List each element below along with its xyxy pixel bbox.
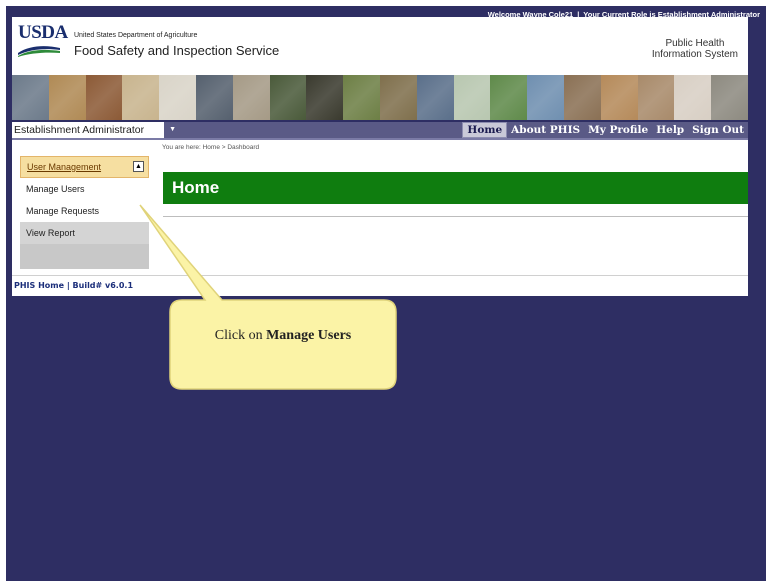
sidebar-footer	[20, 244, 149, 269]
header-photo-tile	[674, 75, 712, 120]
header-photo-tile	[48, 75, 86, 120]
department-name: United States Department of Agriculture	[74, 32, 198, 39]
role-select-value: Establishment Administrator	[14, 124, 145, 136]
page-title-banner: Home	[163, 172, 748, 204]
usda-logo-text: USDA	[18, 22, 68, 43]
nav-about-link[interactable]: About PHIS	[507, 122, 584, 138]
usda-logo[interactable]: USDA	[18, 22, 68, 61]
header-photo-tile	[600, 75, 638, 120]
header-photo-tile	[195, 75, 233, 120]
sidebar-section-user-management[interactable]: User Management ▲	[20, 156, 149, 178]
header-photo-tile	[85, 75, 123, 120]
system-name-line2: Information System	[651, 49, 738, 60]
page-footer: PHIS Home | Build# v6.0.1	[12, 275, 748, 296]
header-photo-tile	[416, 75, 454, 120]
sidebar-section-label: User Management	[27, 162, 102, 172]
header-photo-tile	[527, 75, 564, 120]
nav-profile-link[interactable]: My Profile	[584, 122, 652, 138]
breadcrumb: You are here: Home > Dashboard	[162, 144, 260, 151]
header-photo-tile	[159, 75, 196, 120]
header-photo-tile	[563, 75, 601, 120]
nav-links: Home About PHIS My Profile Help Sign Out	[462, 122, 748, 138]
page-title: Home	[172, 178, 220, 197]
sidebar-item-view-report[interactable]: View Report	[20, 222, 149, 244]
header-photo-tile	[453, 75, 491, 120]
header-photo-tile	[343, 75, 380, 120]
header-photo-strip	[12, 75, 748, 120]
header-photo-tile	[232, 75, 270, 120]
divider	[163, 216, 748, 217]
header-photo-tile	[306, 75, 344, 120]
header-photo-tile	[490, 75, 528, 120]
nav-signout-link[interactable]: Sign Out	[688, 122, 748, 138]
sidebar-item-manage-requests[interactable]: Manage Requests	[20, 200, 149, 222]
callout-text: Click on Manage Users	[172, 328, 394, 344]
header-photo-tile	[12, 75, 49, 120]
header-photo-tile	[711, 75, 748, 120]
callout-target: Manage Users	[266, 328, 352, 343]
agency-name: Food Safety and Inspection Service	[74, 43, 280, 58]
callout-prefix: Click on	[214, 328, 263, 343]
usda-swoosh-icon	[18, 46, 60, 57]
header-photo-tile	[122, 75, 160, 120]
header-photo-tile	[379, 75, 417, 120]
system-name: Public Health Information System	[652, 38, 738, 60]
role-select[interactable]: Establishment Administrator ▼	[12, 122, 176, 138]
dropdown-arrow-icon[interactable]: ▼	[169, 122, 176, 138]
header-photo-tile	[269, 75, 307, 120]
sidebar: User Management ▲ Manage Users Manage Re…	[20, 156, 149, 269]
collapse-icon[interactable]: ▲	[133, 161, 144, 172]
system-name-line1: Public Health	[665, 38, 725, 49]
footer-links[interactable]: PHIS Home | Build# v6.0.1	[14, 281, 133, 290]
site-header: USDA United States Department of Agricul…	[12, 17, 748, 75]
content-area: User Management ▲ Manage Users Manage Re…	[12, 140, 748, 275]
main-navigation: Establishment Administrator ▼ Home About…	[12, 122, 748, 140]
nav-help-link[interactable]: Help	[652, 122, 688, 138]
header-photo-tile	[637, 75, 675, 120]
sidebar-item-manage-users[interactable]: Manage Users	[20, 178, 149, 200]
nav-home-link[interactable]: Home	[462, 122, 508, 138]
